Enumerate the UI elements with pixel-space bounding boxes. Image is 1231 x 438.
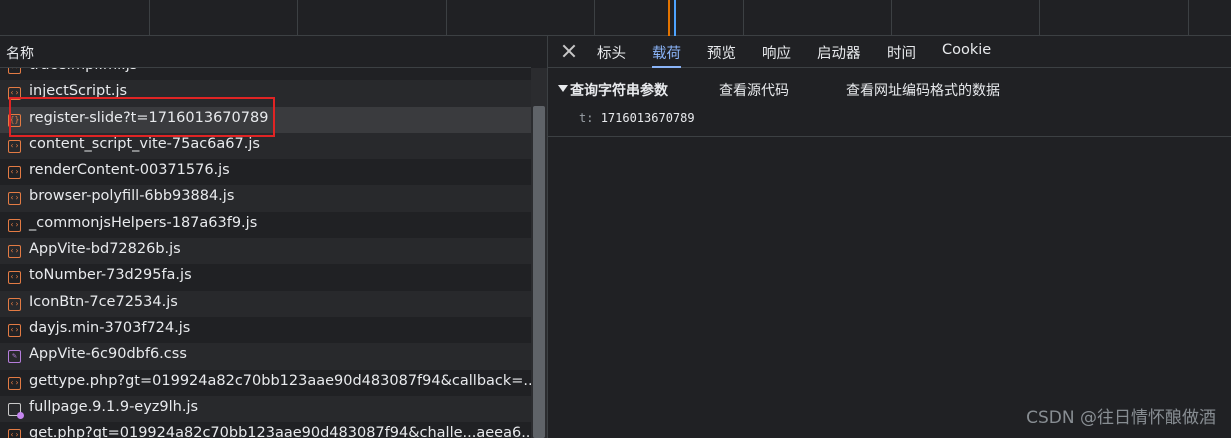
column-header-name[interactable]: 名称 xyxy=(6,43,34,63)
timeline-gridline xyxy=(743,0,744,36)
request-row[interactable]: ‹› AppVite-bd72826b.js xyxy=(0,238,531,265)
details-panel: 标头 载荷 预览 响应 启动器 时间 Cookie 查询字符串参数 查看源代码 … xyxy=(548,36,1231,438)
document-icon xyxy=(8,402,24,419)
tab-initiator[interactable]: 启动器 xyxy=(817,42,861,68)
request-row[interactable]: ‹› _commonjsHelpers-187a63f9.js xyxy=(0,211,531,239)
close-icon[interactable] xyxy=(561,43,577,59)
request-name: IconBtn-7ce72534.js xyxy=(29,293,178,310)
request-row[interactable]: ‹› get.php?gt=019924a82c70bb123aae90d4830… xyxy=(0,422,531,438)
request-name: get.php?gt=019924a82c70bb123aae90d483087… xyxy=(29,425,531,438)
query-param-key: t: xyxy=(579,111,594,125)
timeline-gridline xyxy=(891,0,892,36)
script-icon: ‹› xyxy=(8,245,21,259)
request-name: fullpage.9.1.9-eyz9lh.js xyxy=(29,398,199,415)
request-name: AppVite-bd72826b.js xyxy=(29,241,181,258)
tab-payload[interactable]: 载荷 xyxy=(652,42,681,68)
request-name: browser-polyfill-6bb93884.js xyxy=(29,188,235,205)
view-url-encoded-link[interactable]: 查看网址编码格式的数据 xyxy=(846,80,1000,100)
tab-response[interactable]: 响应 xyxy=(762,42,791,68)
request-name: renderContent-00371576.js xyxy=(29,162,230,179)
request-row[interactable]: ‹› dayjs.min-3703f724.js xyxy=(0,316,531,344)
tab-timing[interactable]: 时间 xyxy=(887,42,916,68)
scrollbar-thumb[interactable] xyxy=(533,106,545,438)
timeline-gridline xyxy=(1188,0,1189,36)
request-name: content_script_vite-75ac6a67.js xyxy=(29,135,260,152)
request-name: _commonjsHelpers-187a63f9.js xyxy=(29,214,258,231)
script-icon: ‹› xyxy=(8,271,21,285)
script-icon: ‹› xyxy=(8,323,21,337)
timeline-gridline xyxy=(297,0,298,36)
request-row[interactable]: ‹› gettype.php?gt=019924a82c70bb123aae90d… xyxy=(0,369,531,396)
query-param-row: t: 1716013670789 xyxy=(579,111,695,125)
script-icon: ‹› xyxy=(8,166,21,180)
script-icon: ‹› xyxy=(8,139,21,153)
timeline-gridline xyxy=(149,0,150,36)
timeline-load-marker xyxy=(674,0,676,36)
timeline-gridline xyxy=(594,0,595,36)
tab-headers[interactable]: 标头 xyxy=(597,42,626,68)
selection-highlight-box xyxy=(9,97,275,137)
tab-cookies[interactable]: Cookie xyxy=(942,42,991,68)
request-row[interactable]: ‹› renderContent-00371576.js xyxy=(0,159,531,186)
timeline-dom-marker xyxy=(668,0,670,36)
script-icon: ‹› xyxy=(8,429,21,438)
stylesheet-icon: ✎ xyxy=(8,350,21,364)
timeline-overview[interactable] xyxy=(0,0,1231,36)
request-row[interactable]: ✎ AppVite-6c90dbf6.css xyxy=(0,343,531,370)
request-name: toNumber-73d295fa.js xyxy=(29,267,192,284)
request-row[interactable]: ‹› toNumber-73d295fa.js xyxy=(0,264,531,291)
view-source-link[interactable]: 查看源代码 xyxy=(719,80,789,100)
timeline-gridline xyxy=(446,0,447,36)
request-name: AppVite-6c90dbf6.css xyxy=(29,346,187,363)
timeline-gridline xyxy=(1039,0,1040,36)
request-row[interactable]: fullpage.9.1.9-eyz9lh.js xyxy=(0,395,531,423)
script-icon: ‹› xyxy=(8,192,21,206)
request-name: dayjs.min-3703f724.js xyxy=(29,319,191,336)
query-string-section-title[interactable]: 查询字符串参数 xyxy=(570,80,668,100)
request-row[interactable]: ‹› IconBtn-7ce72534.js xyxy=(0,290,531,317)
tab-preview[interactable]: 预览 xyxy=(707,42,736,68)
script-icon: ‹› xyxy=(8,376,21,390)
section-divider xyxy=(548,136,1231,137)
collapse-triangle-icon[interactable] xyxy=(558,85,568,92)
request-list-panel: ‹›trace.mpi.ml.js‹›injectScript.js{}regi… xyxy=(0,36,547,438)
request-row[interactable]: ‹› browser-polyfill-6bb93884.js xyxy=(0,185,531,212)
request-list-header[interactable]: 名称 xyxy=(0,36,531,68)
script-icon: ‹› xyxy=(8,218,21,232)
details-tab-bar: 标头 载荷 预览 响应 启动器 时间 Cookie xyxy=(548,36,1231,68)
query-param-value: 1716013670789 xyxy=(600,111,695,125)
request-name: gettype.php?gt=019924a82c70bb123aae90d48… xyxy=(29,372,531,389)
script-icon: ‹› xyxy=(8,297,21,311)
watermark: CSDN @往日情怀酿做酒 xyxy=(1026,408,1216,428)
